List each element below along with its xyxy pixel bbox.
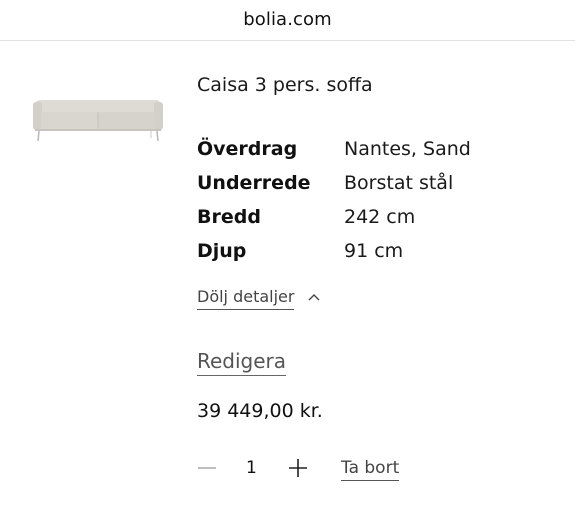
spec-row-overdrag: Överdrag Nantes, Sand — [197, 138, 537, 172]
spec-key: Överdrag — [197, 138, 298, 160]
spec-value: Borstat stål — [344, 172, 454, 194]
quantity-increase-button[interactable] — [287, 458, 309, 478]
remove-item-button[interactable]: Ta bort — [341, 458, 400, 481]
spec-row-djup: Djup 91 cm — [197, 240, 537, 274]
spec-value: Nantes, Sand — [344, 138, 471, 160]
chevron-up-icon — [308, 294, 320, 301]
sofa-thumbnail-icon — [33, 100, 163, 142]
product-spec-list: Överdrag Nantes, Sand Underrede Borstat … — [197, 138, 537, 274]
product-title: Caisa 3 pers. soffa — [197, 74, 373, 96]
quantity-value: 1 — [246, 458, 257, 478]
plus-icon — [289, 459, 307, 477]
spec-value: 242 cm — [344, 206, 416, 228]
spec-key: Djup — [197, 240, 247, 262]
spec-key: Bredd — [197, 206, 261, 228]
product-image[interactable] — [33, 98, 163, 144]
edit-button[interactable]: Redigera — [197, 349, 287, 376]
minus-icon — [198, 467, 216, 469]
browser-address-bar[interactable]: bolia.com — [0, 0, 575, 41]
product-price: 39 449,00 kr. — [197, 400, 323, 422]
quantity-decrease-button[interactable] — [196, 458, 218, 478]
hide-details-toggle[interactable]: Dölj detaljer — [197, 287, 320, 310]
spec-value: 91 cm — [344, 240, 404, 262]
spec-key: Underrede — [197, 172, 311, 194]
hide-details-label: Dölj detaljer — [197, 287, 295, 310]
url-text: bolia.com — [243, 9, 332, 30]
spec-row-bredd: Bredd 242 cm — [197, 206, 537, 240]
spec-row-underrede: Underrede Borstat stål — [197, 172, 537, 206]
